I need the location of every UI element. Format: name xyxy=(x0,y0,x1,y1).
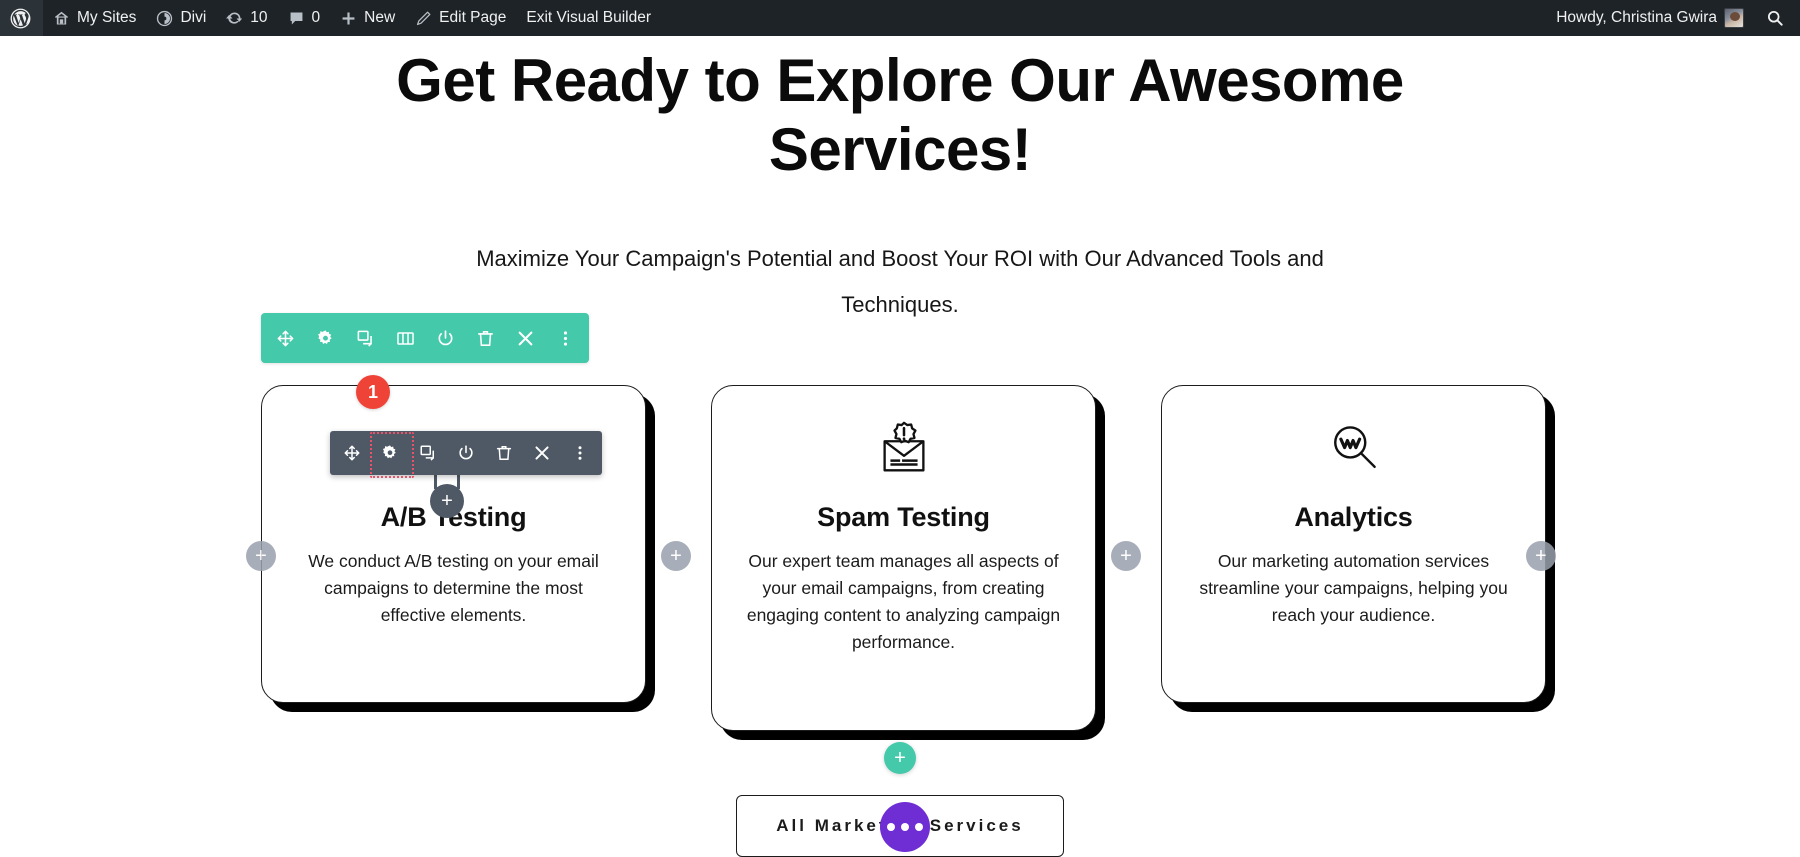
add-column-button[interactable]: + xyxy=(1526,541,1556,571)
move-module-button[interactable] xyxy=(340,441,364,465)
admin-bar-label-updates-count: 10 xyxy=(250,9,268,26)
comments-icon xyxy=(288,10,305,27)
add-row-button[interactable]: + xyxy=(884,742,916,774)
module-more-button[interactable] xyxy=(568,441,592,465)
plus-icon: + xyxy=(894,747,906,769)
admin-bar-item-updates[interactable]: 10 xyxy=(216,0,277,36)
magnifier-chart-icon xyxy=(1190,416,1517,482)
delete-section-button[interactable] xyxy=(473,326,497,350)
add-module-button[interactable]: + xyxy=(430,484,464,518)
duplicate-module-button[interactable] xyxy=(416,441,440,465)
card-body: Our marketing automation services stream… xyxy=(1199,551,1508,625)
admin-bar-item-divi[interactable]: Divi xyxy=(146,0,216,36)
admin-bar-item-exit-visual-builder[interactable]: Exit Visual Builder xyxy=(516,0,661,36)
service-card[interactable]: Spam Testing Our expert team manages all… xyxy=(711,385,1096,731)
wordpress-logo-icon xyxy=(10,8,31,29)
divi-icon xyxy=(156,10,173,27)
card-body: Our expert team manages all aspects of y… xyxy=(746,551,1061,652)
admin-bar-item-my-sites[interactable]: My Sites xyxy=(43,0,146,36)
admin-bar-label-new: New xyxy=(364,9,396,26)
avatar xyxy=(1724,8,1744,28)
plus-icon: + xyxy=(441,490,453,512)
column-structure-button[interactable] xyxy=(393,326,417,350)
admin-bar-label-exit-visual-builder: Exit Visual Builder xyxy=(526,9,652,26)
service-card[interactable]: Analytics Our marketing automation servi… xyxy=(1161,385,1546,703)
duplicate-section-button[interactable] xyxy=(353,326,377,350)
add-column-button[interactable]: + xyxy=(246,541,276,571)
wp-admin-bar: My Sites Divi 10 0 New Edit Page Exit Vi… xyxy=(0,0,1800,36)
admin-bar-account-menu[interactable]: Howdy, Christina Gwira xyxy=(1546,0,1754,36)
admin-bar-item-edit-page[interactable]: Edit Page xyxy=(405,0,516,36)
card-title: Analytics xyxy=(1294,502,1413,532)
wordpress-logo-button[interactable] xyxy=(0,0,43,36)
loading-spinner xyxy=(880,802,930,852)
disable-section-button[interactable] xyxy=(433,326,457,350)
admin-bar-label-comments-count: 0 xyxy=(311,9,321,26)
plus-icon: + xyxy=(1120,545,1132,567)
search-icon xyxy=(1766,9,1784,27)
card-body: We conduct A/B testing on your email cam… xyxy=(308,551,599,625)
move-section-button[interactable] xyxy=(273,326,297,350)
admin-bar-label-my-sites: My Sites xyxy=(77,9,137,26)
close-section-button[interactable] xyxy=(513,326,537,350)
delete-module-button[interactable] xyxy=(492,441,516,465)
updates-icon xyxy=(226,10,243,27)
admin-bar-item-comments[interactable]: 0 xyxy=(278,0,331,36)
admin-bar-label-edit-page: Edit Page xyxy=(439,9,507,26)
plus-icon: + xyxy=(255,545,267,567)
module-settings-button[interactable] xyxy=(370,432,414,478)
envelope-alert-icon xyxy=(740,416,1067,482)
admin-bar-greeting: Howdy, Christina Gwira xyxy=(1556,9,1717,26)
add-column-button[interactable]: + xyxy=(661,541,691,571)
pencil-icon xyxy=(415,10,432,27)
plus-icon: + xyxy=(1535,545,1547,567)
spinner-dot xyxy=(901,823,909,831)
plus-icon xyxy=(340,10,357,27)
step-badge: 1 xyxy=(356,375,390,409)
module-toolbar[interactable] xyxy=(330,431,602,478)
plus-icon: + xyxy=(670,545,682,567)
card-title: Spam Testing xyxy=(817,502,990,532)
page-canvas: Get Ready to Explore Our Awesome Service… xyxy=(0,36,1800,857)
spinner-dot xyxy=(887,823,895,831)
spinner-dot xyxy=(915,823,923,831)
section-toolbar[interactable] xyxy=(261,313,589,363)
admin-bar-item-new[interactable]: New xyxy=(330,0,405,36)
section-settings-button[interactable] xyxy=(313,326,337,350)
disable-module-button[interactable] xyxy=(454,441,478,465)
page-title: Get Ready to Explore Our Awesome Service… xyxy=(396,47,1404,183)
admin-bar-label-divi: Divi xyxy=(180,9,207,26)
sites-icon xyxy=(53,10,70,27)
section-more-button[interactable] xyxy=(553,326,577,350)
admin-bar-search-button[interactable] xyxy=(1754,0,1800,36)
close-module-button[interactable] xyxy=(530,441,554,465)
add-column-button[interactable]: + xyxy=(1111,541,1141,571)
